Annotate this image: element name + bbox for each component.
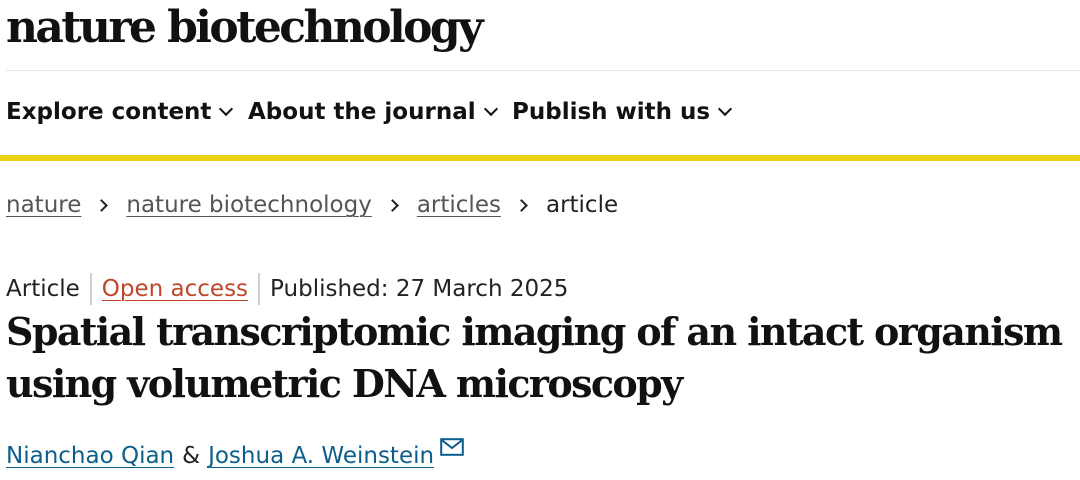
author-link[interactable]: Nianchao Qian [6, 443, 174, 469]
breadcrumb-current: article [545, 192, 619, 218]
breadcrumb: nature nature biotechnology articles art… [6, 192, 618, 218]
page: nature biotechnology Explore content Abo… [0, 0, 1080, 480]
nav-publish-with-us-label: Publish with us [512, 99, 711, 125]
chevron-right-icon [385, 198, 399, 212]
main-nav: Explore content About the journal Publis… [0, 71, 1080, 161]
article-title: Spatial transcriptomic imaging of an int… [6, 309, 1063, 406]
chevron-down-icon [718, 101, 733, 117]
author-link[interactable]: Joshua A. Weinstein [208, 443, 434, 469]
author-separator: & [182, 443, 201, 469]
nav-explore-content-label: Explore content [6, 99, 212, 125]
masthead: nature biotechnology [6, 0, 1080, 71]
breadcrumb-articles[interactable]: articles [417, 192, 501, 218]
journal-logo[interactable]: nature biotechnology [6, 2, 484, 54]
open-access-link[interactable]: Open access [102, 276, 248, 302]
breadcrumb-nature-biotechnology[interactable]: nature biotechnology [126, 192, 371, 218]
nav-explore-content[interactable]: Explore content [6, 99, 234, 125]
published-date: Published: 27 March 2025 [270, 276, 569, 302]
article-meta: Article Open access Published: 27 March … [6, 273, 568, 305]
chevron-down-icon [219, 101, 234, 117]
nav-about-journal-label: About the journal [248, 99, 476, 125]
author-list: Nianchao Qian & Joshua A. Weinstein [6, 438, 464, 469]
nav-publish-with-us[interactable]: Publish with us [512, 99, 733, 125]
chevron-down-icon [483, 101, 498, 117]
mail-icon[interactable] [440, 436, 464, 462]
chevron-right-icon [95, 198, 109, 212]
breadcrumb-nature[interactable]: nature [6, 192, 81, 218]
meta-divider [258, 273, 261, 305]
article-type: Article [6, 276, 80, 302]
meta-divider [89, 273, 92, 305]
nav-about-journal[interactable]: About the journal [248, 99, 498, 125]
chevron-right-icon [515, 198, 528, 212]
